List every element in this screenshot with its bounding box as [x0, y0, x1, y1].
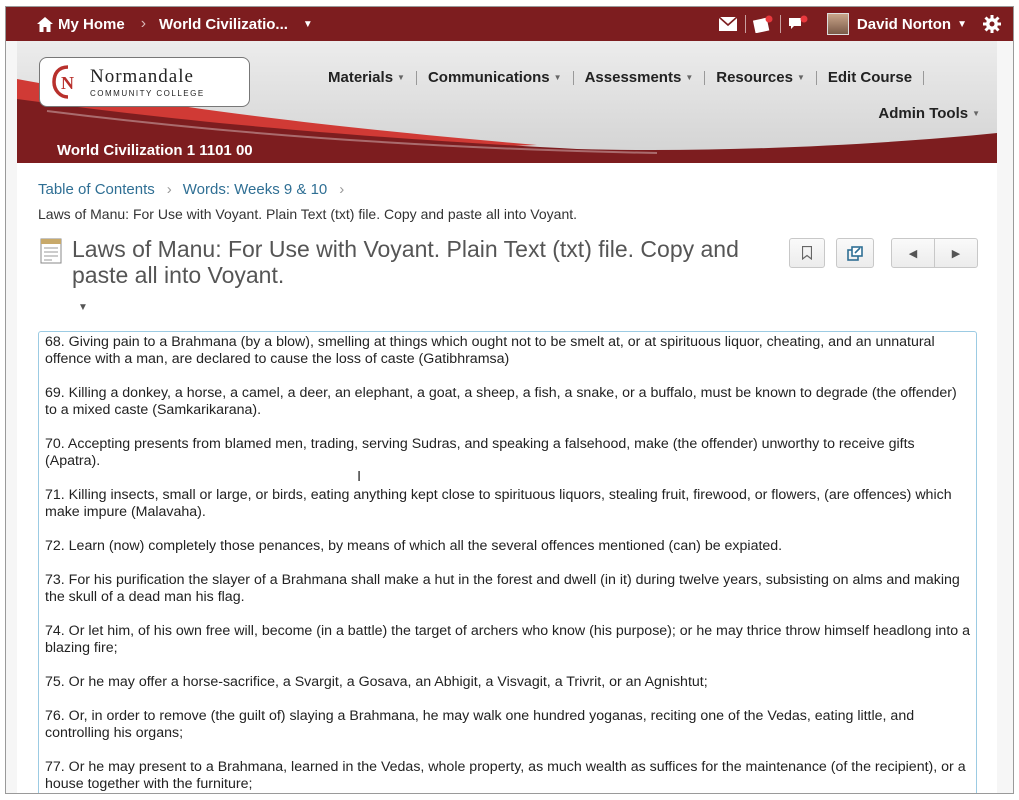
chevron-down-icon: ▼ — [302, 18, 313, 30]
course-selector-label: World Civilizatio... — [159, 15, 288, 33]
text-cursor-icon: I — [357, 468, 362, 485]
previous-icon: ◀ — [908, 247, 918, 260]
open-new-window-button[interactable] — [836, 238, 874, 268]
document-icon — [40, 238, 62, 264]
college-name: Normandale — [90, 66, 194, 87]
college-logo[interactable]: N Normandale COMMUNITY COLLEGE — [39, 57, 250, 107]
chevron-down-icon: ▼ — [397, 73, 405, 82]
chevron-down-icon: ▼ — [796, 73, 805, 82]
subscriptions-icon — [788, 15, 808, 29]
my-home-link[interactable]: My Home — [37, 16, 125, 33]
course-title: World Civilization 1 1101 00 — [57, 142, 253, 159]
top-navbar: My Home › World Civilizatio... ▼ David N… — [6, 7, 1013, 41]
browser-frame: My Home › World Civilizatio... ▼ David N… — [5, 6, 1014, 794]
paragraph: 77. Or he may present to a Brahmana, lea… — [45, 759, 966, 792]
svg-text:N: N — [61, 73, 74, 93]
nav-materials-label: Materials — [328, 69, 394, 86]
nav-admin-tools-label: Admin Tools — [878, 105, 969, 122]
paragraph: 70. Accepting presents from blamed men, … — [45, 436, 915, 469]
college-seal-icon: N — [52, 65, 74, 99]
course-selector[interactable]: World Civilizatio... ▼ — [159, 16, 313, 33]
text-content-area[interactable]: 68. Giving pain to a Brahmana (by a blow… — [38, 331, 977, 793]
divider — [744, 15, 746, 33]
paragraph: 75. Or he may offer a horse-sacrifice, a… — [45, 674, 708, 690]
updates-icon — [752, 15, 773, 33]
my-home-label: My Home — [58, 15, 125, 33]
message-alerts-button[interactable] — [713, 17, 743, 31]
gear-icon[interactable] — [983, 15, 1001, 33]
nav-admin-tools[interactable]: Admin Tools ▼ — [878, 105, 980, 122]
chevron-down-icon: ▼ — [972, 109, 980, 118]
previous-button[interactable]: ◀ — [891, 238, 935, 268]
avatar — [826, 13, 849, 35]
breadcrumb-table-of-contents[interactable]: Table of Contents — [38, 181, 155, 198]
external-link-icon — [847, 245, 863, 261]
nav-assessments[interactable]: Assessments ▼ — [574, 69, 705, 86]
breadcrumb: Table of Contents › Words: Weeks 9 & 10 … — [38, 181, 355, 198]
course-nav: Materials ▼ Communications ▼ Assessments ▼ … — [317, 69, 925, 86]
paragraph: 69. Killing a donkey, a horse, a camel, … — [45, 385, 957, 418]
divider — [923, 70, 925, 85]
chevron-down-icon: ▼ — [957, 18, 967, 30]
course-banner: N Normandale COMMUNITY COLLEGE Materials… — [17, 41, 997, 163]
user-name: David Norton — [856, 15, 952, 33]
college-subtitle: COMMUNITY COLLEGE — [90, 89, 205, 98]
breadcrumb-current: Laws of Manu: For Use with Voyant. Plain… — [38, 206, 578, 222]
paragraph: 73. For his purification the slayer of a… — [45, 572, 960, 605]
subscription-alerts-button[interactable] — [783, 15, 813, 33]
user-menu[interactable]: David Norton ▼ — [813, 13, 967, 35]
paragraph: 72. Learn (now) completely those penance… — [45, 538, 783, 554]
chevron-down-icon: ▼ — [685, 73, 694, 82]
nav-assessments-label: Assessments — [584, 69, 682, 86]
nav-materials[interactable]: Materials ▼ — [317, 69, 416, 86]
next-button[interactable]: ▶ — [934, 238, 978, 268]
main-content: Table of Contents › Words: Weeks 9 & 10 … — [17, 163, 997, 793]
update-alerts-button[interactable] — [748, 15, 778, 33]
chevron-right-icon: › — [339, 181, 345, 198]
nav-communications[interactable]: Communications ▼ — [417, 69, 573, 86]
bookmark-icon — [802, 246, 812, 260]
paragraph: 71. Killing insects, small or large, or … — [45, 487, 952, 520]
chevron-down-icon: ▼ — [553, 73, 562, 82]
divider — [779, 15, 781, 33]
paragraph: 74. Or let him, of his own free will, be… — [45, 623, 970, 656]
chevron-right-icon: › — [166, 181, 172, 198]
nav-edit-course-label: Edit Course — [827, 69, 913, 86]
home-icon — [37, 16, 53, 32]
page-title: Laws of Manu: For Use with Voyant. Plain… — [72, 236, 739, 288]
chevron-right-icon: › — [140, 15, 147, 32]
breadcrumb-words-weeks[interactable]: Words: Weeks 9 & 10 — [183, 181, 328, 198]
next-icon: ▶ — [951, 247, 961, 260]
paragraph: 76. Or, in order to remove (the guilt of… — [45, 708, 915, 741]
nav-resources[interactable]: Resources ▼ — [705, 69, 816, 86]
bookmark-button[interactable] — [789, 238, 825, 268]
nav-edit-course[interactable]: Edit Course — [817, 69, 923, 86]
nav-resources-label: Resources — [716, 69, 793, 86]
nav-communications-label: Communications — [427, 69, 550, 86]
paragraph: 68. Giving pain to a Brahmana (by a blow… — [45, 334, 935, 367]
chevron-down-icon[interactable]: ▼ — [78, 302, 88, 313]
mail-icon — [718, 17, 737, 31]
